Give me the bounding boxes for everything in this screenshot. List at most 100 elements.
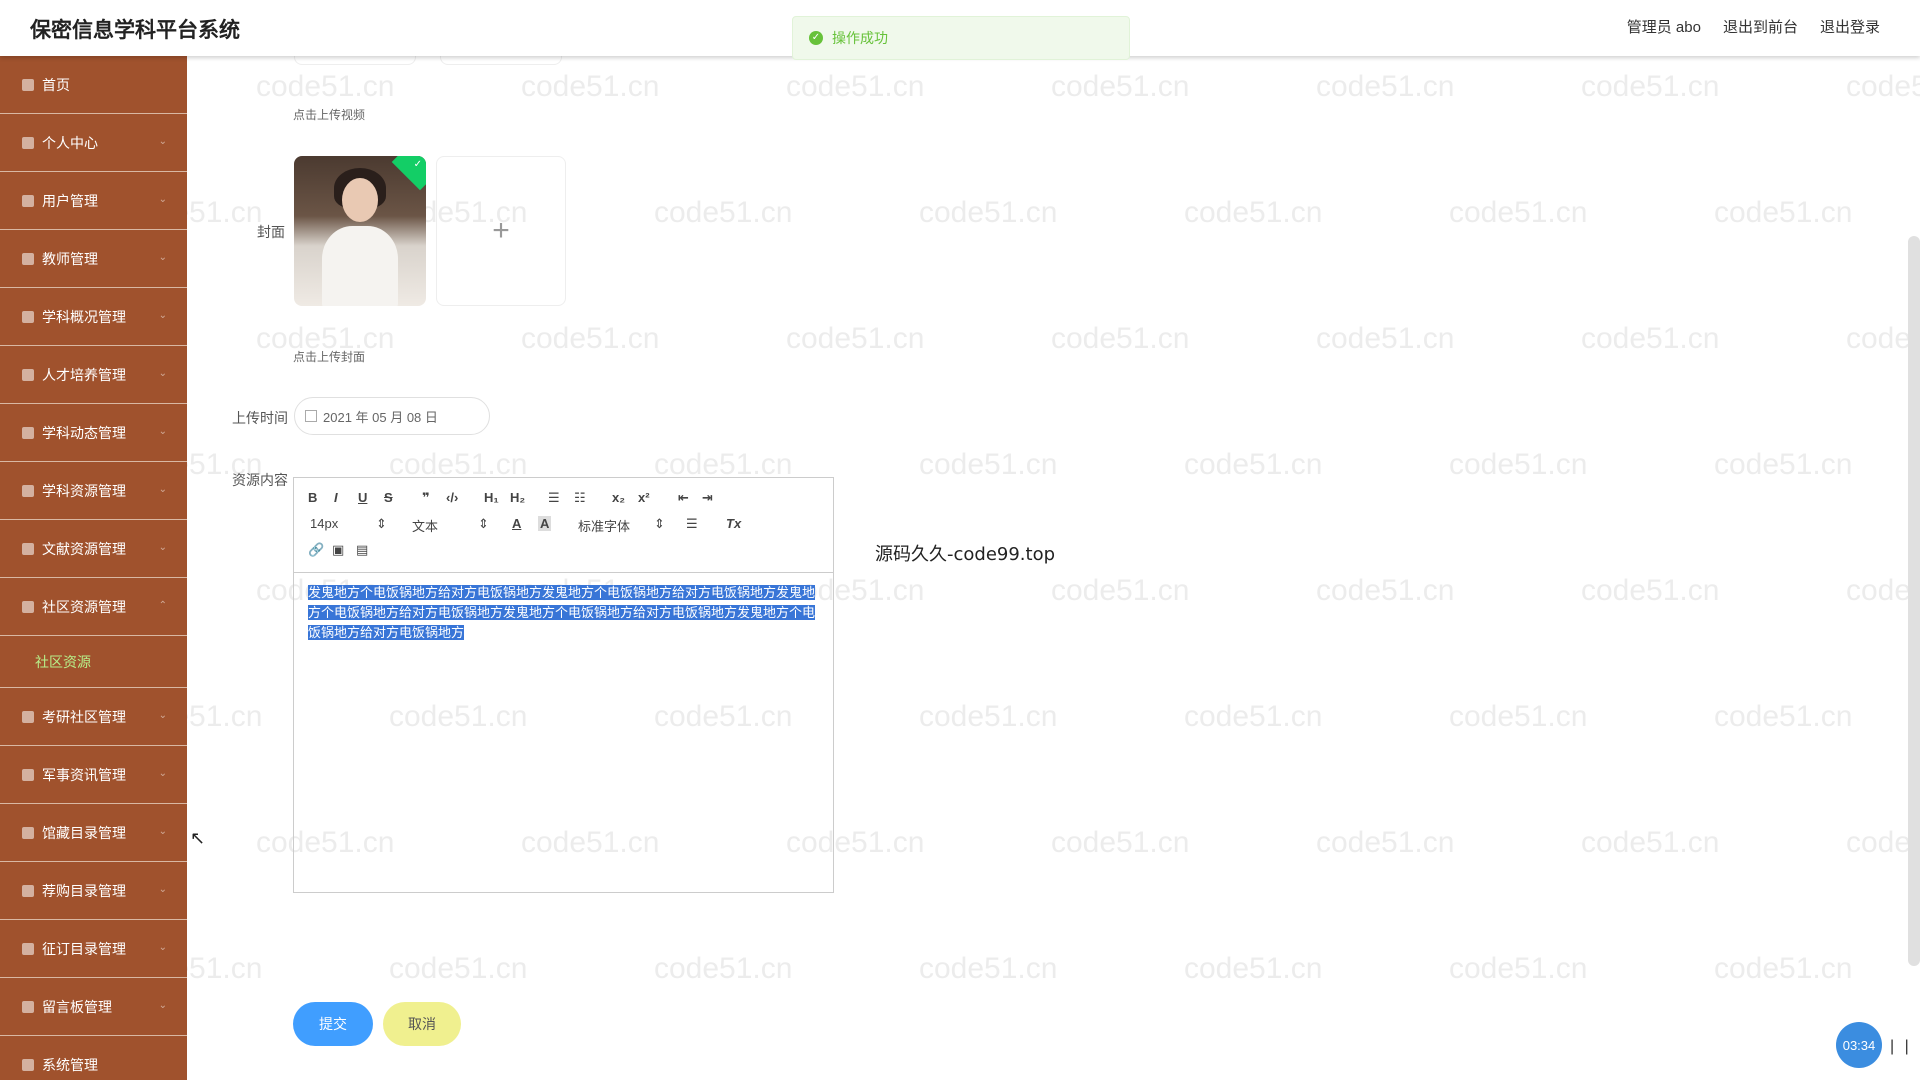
sidebar-item-talent[interactable]: 人才培养管理 ⌄: [0, 346, 187, 404]
teacher-icon: [22, 252, 34, 265]
cover-label: 封面: [257, 224, 285, 240]
add-cover-button[interactable]: +: [436, 156, 566, 306]
watermark-text: code51.cn: [1714, 196, 1853, 229]
page-scrollbar[interactable]: [1908, 236, 1920, 966]
sidebar-item-recommend[interactable]: 荐购目录管理 ⌄: [0, 862, 187, 920]
sidebar-item-community[interactable]: 社区资源管理 ⌃: [0, 578, 187, 636]
sidebar-item-subscription[interactable]: 征订目录管理 ⌄: [0, 920, 187, 978]
cover-figure-face: [342, 178, 378, 222]
overlay-source-text: 源码久久-code99.top: [875, 544, 1056, 565]
font-size-select[interactable]: 14px: [310, 516, 338, 531]
chart-icon: [22, 768, 34, 781]
sidebar-item-users[interactable]: 用户管理 ⌄: [0, 172, 187, 230]
video-icon[interactable]: ▤: [356, 542, 368, 558]
chevron-down-icon: ⌄: [158, 310, 167, 321]
logout-link[interactable]: 退出登录: [1820, 16, 1880, 37]
top-right-links: 管理员 abo 退出到前台 退出登录: [1627, 16, 1880, 37]
text-color-button[interactable]: A: [512, 516, 521, 531]
sidebar-item-system[interactable]: 系统管理: [0, 1036, 187, 1080]
content-label: 资源内容: [232, 472, 288, 488]
font-family-select[interactable]: 标准字体: [578, 516, 630, 535]
watermark-text: code51.cn: [1581, 574, 1720, 607]
watermark-text: code51.cn: [919, 952, 1058, 985]
watermark-text: code51.cn: [1449, 952, 1588, 985]
sidebar-item-overview[interactable]: 学科概况管理 ⌄: [0, 288, 187, 346]
chevron-down-icon: ⌄: [158, 368, 167, 379]
h2-button[interactable]: H₂: [510, 490, 525, 505]
sidebar-item-literature[interactable]: 文献资源管理 ⌄: [0, 520, 187, 578]
sidebar-item-collection[interactable]: 馆藏目录管理 ⌄: [0, 804, 187, 862]
book-icon: [22, 542, 34, 555]
sidebar-item-military-news[interactable]: 军事资讯管理 ⌄: [0, 746, 187, 804]
quote-button[interactable]: ❞: [422, 490, 430, 506]
collection-icon: [22, 826, 34, 839]
watermark-text: code51.cn: [654, 952, 793, 985]
overview-icon: [22, 310, 34, 323]
cancel-button[interactable]: 取消: [383, 1002, 461, 1046]
watermark-text: code51.cn: [1714, 700, 1853, 733]
link-icon[interactable]: 🔗: [308, 542, 324, 558]
pause-icon[interactable]: | |: [1890, 1038, 1912, 1056]
watermark-text: code51.cn: [1184, 952, 1323, 985]
subscript-button[interactable]: x₂: [612, 490, 625, 505]
cover-image[interactable]: ✓: [294, 156, 426, 306]
watermark-text: code51.cn: [919, 700, 1058, 733]
outdent-button[interactable]: ⇤: [678, 490, 689, 506]
underline-button[interactable]: U: [358, 490, 367, 505]
admin-user[interactable]: 管理员 abo: [1627, 16, 1701, 37]
format-select[interactable]: 文本: [412, 516, 438, 535]
sidebar-item-resources[interactable]: 学科资源管理 ⌄: [0, 462, 187, 520]
watermark-text: code51.cn: [1316, 70, 1455, 103]
chevron-down-icon: ⌄: [158, 710, 167, 721]
chevron-updown-icon: ⇕: [376, 516, 387, 531]
message-icon: [22, 1000, 34, 1013]
italic-button[interactable]: I: [334, 490, 338, 505]
sidebar-item-teachers[interactable]: 教师管理 ⌄: [0, 230, 187, 288]
plus-icon: +: [492, 214, 510, 247]
recording-timer: 03:34: [1836, 1022, 1882, 1068]
indent-button[interactable]: ⇥: [702, 490, 713, 506]
sidebar-item-exam-community[interactable]: 考研社区管理 ⌄: [0, 688, 187, 746]
watermark-text: code51.cn: [1449, 196, 1588, 229]
watermark-text: code51.cn: [1184, 448, 1323, 481]
success-toast: ✓ 操作成功: [792, 16, 1130, 60]
sidebar-item-messages[interactable]: 留言板管理 ⌄: [0, 978, 187, 1036]
watermark-text: code51.cn: [521, 70, 660, 103]
watermark-text: code51.cn: [1581, 322, 1720, 355]
clear-format-button[interactable]: Tx: [726, 516, 741, 531]
chevron-down-icon: ⌄: [158, 542, 167, 553]
bg-color-button[interactable]: A: [538, 516, 552, 531]
editor-content[interactable]: 发鬼地方个电饭锅地方给对方电饭锅地方发鬼地方个电饭锅地方给对方电饭锅地方发鬼地方…: [294, 573, 833, 653]
chevron-down-icon: ⌄: [158, 768, 167, 779]
bullet-list-button[interactable]: ☷: [574, 490, 586, 506]
code-button[interactable]: ‹/›: [446, 490, 458, 505]
calendar-icon: [305, 410, 317, 422]
editor-toolbar: B I U S ❞ ‹/› H₁ H₂ ☰ ☷ x₂ x² ⇤ ⇥ 14px ⇕…: [294, 478, 833, 573]
sidebar-item-profile[interactable]: 个人中心 ⌄: [0, 114, 187, 172]
bold-button[interactable]: B: [308, 490, 317, 505]
sidebar-item-news[interactable]: 学科动态管理 ⌄: [0, 404, 187, 462]
upload-time-input[interactable]: 2021 年 05 月 08 日: [294, 397, 490, 435]
watermark-text: code51.cn: [389, 952, 528, 985]
app-title: 保密信息学科平台系统: [30, 19, 240, 42]
h1-button[interactable]: H₁: [484, 490, 499, 505]
sidebar: 首页 个人中心 ⌄ 用户管理 ⌄ 教师管理 ⌄ 学科概况管理 ⌄ 人才培养管理 ⌄ 学科动…: [0, 56, 187, 1080]
watermark-text: code51.cn: [1316, 574, 1455, 607]
watermark-text: code51.cn: [1184, 196, 1323, 229]
video-upload-tip: 点击上传视频: [293, 108, 366, 122]
users-icon: [22, 194, 34, 207]
sidebar-item-home[interactable]: 首页: [0, 56, 187, 114]
watermark-text: code51.cn: [1316, 322, 1455, 355]
strike-button[interactable]: S: [384, 490, 393, 505]
submenu-community-resources[interactable]: 社区资源: [0, 636, 187, 688]
watermark-text: code51.cn: [1051, 70, 1190, 103]
chevron-down-icon: ⌄: [158, 252, 167, 263]
exit-to-front-link[interactable]: 退出到前台: [1723, 16, 1798, 37]
superscript-button[interactable]: x²: [638, 490, 650, 505]
align-button[interactable]: ☰: [686, 516, 698, 532]
chevron-down-icon: ⌄: [158, 136, 167, 147]
pin-icon: [22, 884, 34, 897]
image-icon[interactable]: ▣: [332, 542, 344, 558]
submit-button[interactable]: 提交: [293, 1002, 373, 1046]
ordered-list-button[interactable]: ☰: [548, 490, 560, 506]
